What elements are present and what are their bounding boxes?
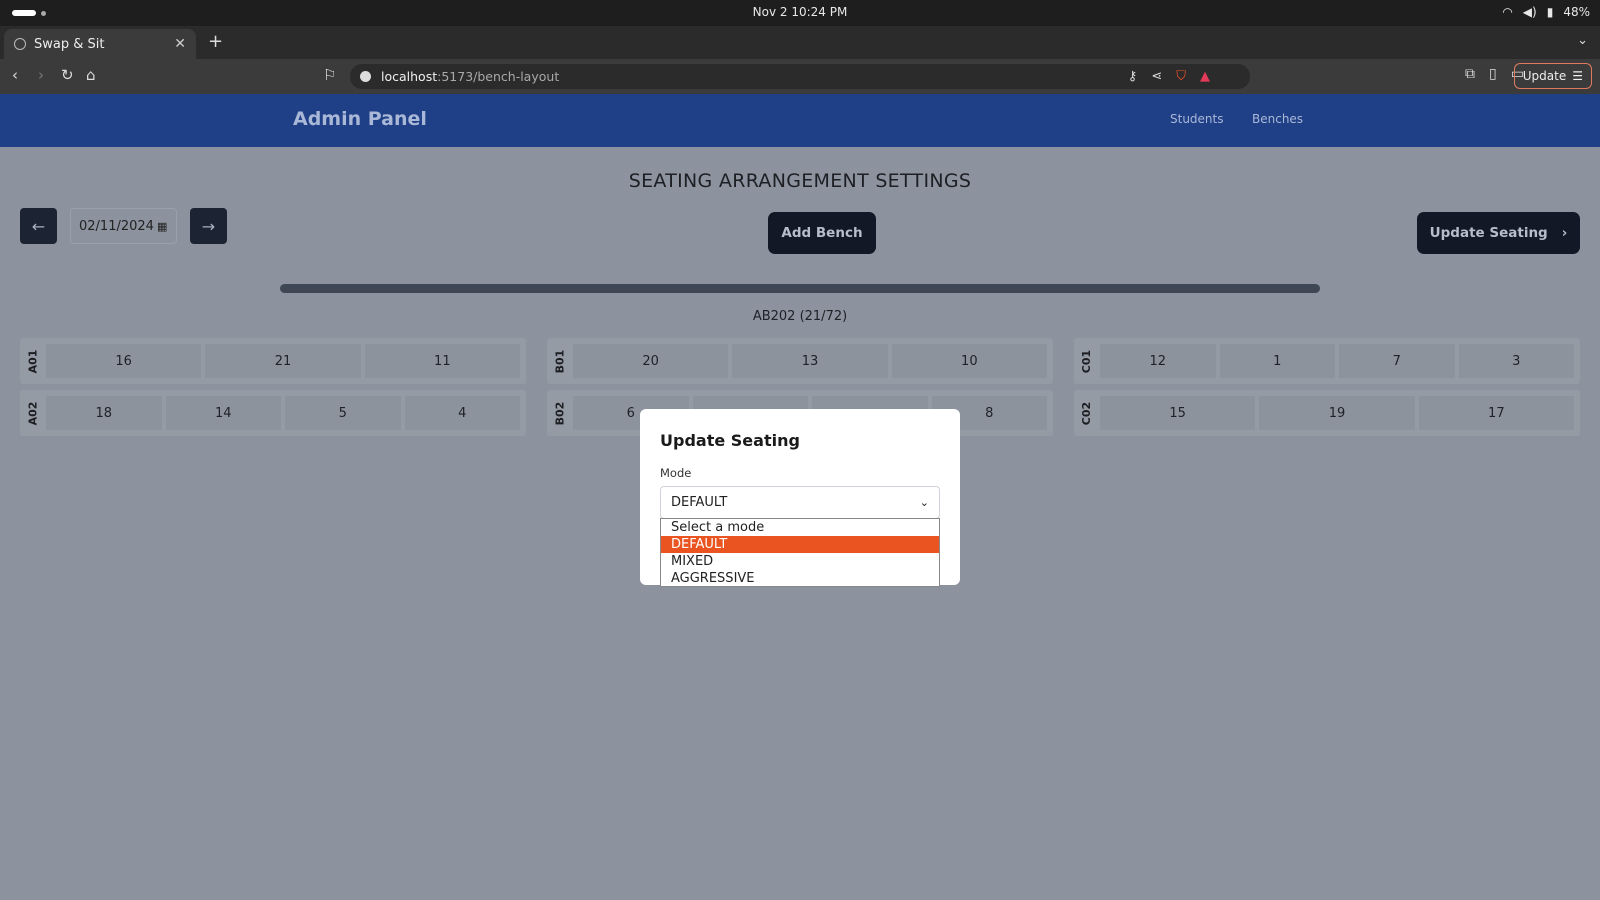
seat[interactable]: 5 bbox=[285, 396, 401, 430]
bench-label: A01 bbox=[26, 349, 40, 373]
bench-b01[interactable]: B01 20 13 10 bbox=[547, 338, 1053, 384]
mode-selected-value: DEFAULT bbox=[671, 495, 728, 510]
url-path: :5173/bench-layout bbox=[437, 69, 560, 84]
bench-label: C02 bbox=[1080, 401, 1094, 425]
os-top-bar: Nov 2 10:24 PM ◠ ◀) ▮ 48% bbox=[0, 0, 1600, 26]
seat[interactable]: 19 bbox=[1259, 396, 1415, 430]
seat[interactable]: 20 bbox=[573, 344, 729, 378]
bookmark-icon[interactable]: ⚐ bbox=[323, 66, 336, 84]
globe-icon bbox=[14, 38, 26, 50]
page-title: SEATING ARRANGEMENT SETTINGS bbox=[628, 170, 972, 192]
brand-title[interactable]: Admin Panel bbox=[293, 108, 427, 130]
reload-icon[interactable]: ↻ bbox=[61, 66, 74, 84]
arrow-left-icon: ← bbox=[31, 216, 46, 236]
menu-icon: ☰ bbox=[1572, 69, 1583, 83]
seat[interactable]: 3 bbox=[1458, 344, 1574, 378]
update-label: Update bbox=[1522, 69, 1567, 83]
seat[interactable]: 12 bbox=[1100, 344, 1216, 378]
mode-option-aggressive[interactable]: AGGRESSIVE bbox=[661, 570, 939, 587]
bench-label: C01 bbox=[1080, 349, 1094, 373]
address-bar[interactable]: localhost:5173/bench-layout ⚷ ⋖ ⛉ ▲ bbox=[350, 64, 1250, 89]
tab-title: Swap & Sit bbox=[34, 36, 105, 52]
add-bench-label: Add Bench bbox=[781, 225, 863, 241]
seat[interactable]: 7 bbox=[1339, 344, 1455, 378]
volume-icon: ◀) bbox=[1522, 5, 1537, 19]
seat[interactable]: 4 bbox=[404, 396, 520, 430]
forward-icon[interactable]: › bbox=[38, 66, 44, 84]
nav-benches-link[interactable]: Benches bbox=[1252, 112, 1303, 126]
chevron-down-icon: ⌄ bbox=[919, 496, 929, 509]
chevron-right-icon: › bbox=[1561, 225, 1568, 241]
bench-label: B01 bbox=[553, 349, 567, 373]
room-occupancy-label: AB202 (21/72) bbox=[752, 309, 848, 324]
seat[interactable]: 1 bbox=[1219, 344, 1335, 378]
seat[interactable]: 10 bbox=[891, 344, 1047, 378]
seat[interactable]: 21 bbox=[205, 344, 361, 378]
os-clock[interactable]: Nov 2 10:24 PM bbox=[0, 5, 1600, 19]
bench-label: A02 bbox=[26, 401, 40, 425]
brave-shields-icon[interactable]: ⛉ bbox=[1176, 69, 1186, 84]
url-host: localhost bbox=[381, 69, 438, 84]
battery-percent: 48% bbox=[1563, 5, 1590, 19]
close-tab-icon[interactable]: ✕ bbox=[174, 36, 186, 52]
calendar-icon[interactable]: ▦ bbox=[157, 220, 167, 233]
date-input[interactable]: 02/11/2024 ▦ bbox=[70, 208, 177, 244]
mode-option-placeholder[interactable]: Select a mode bbox=[661, 519, 939, 536]
mode-label: Mode bbox=[660, 466, 692, 480]
seat[interactable]: 13 bbox=[732, 344, 888, 378]
mode-select[interactable]: DEFAULT ⌄ bbox=[660, 486, 940, 519]
bench-a01[interactable]: A01 16 21 11 bbox=[20, 338, 526, 384]
key-icon[interactable]: ⚷ bbox=[1128, 69, 1138, 84]
tab-list-chevron-icon[interactable]: ⌄ bbox=[1577, 33, 1588, 48]
seat[interactable]: 16 bbox=[46, 344, 202, 378]
nav-students-link[interactable]: Students bbox=[1170, 112, 1224, 126]
next-date-button[interactable]: → bbox=[190, 208, 227, 244]
mode-dropdown-list: Select a mode DEFAULT MIXED AGGRESSIVE bbox=[660, 518, 940, 587]
new-tab-icon[interactable]: + bbox=[208, 31, 223, 52]
add-bench-button[interactable]: Add Bench bbox=[768, 212, 876, 254]
home-icon[interactable]: ⌂ bbox=[86, 66, 96, 84]
extensions-icon[interactable]: ⧉ bbox=[1465, 66, 1475, 82]
arrow-right-icon: → bbox=[201, 216, 216, 236]
browser-tab[interactable]: Swap & Sit ✕ bbox=[4, 29, 196, 59]
seating-progress-bar bbox=[280, 284, 1320, 293]
sidebar-icon[interactable]: ▯ bbox=[1489, 66, 1497, 82]
date-value: 02/11/2024 bbox=[79, 218, 154, 234]
bench-c02[interactable]: C02 15 19 17 bbox=[1074, 390, 1580, 436]
previous-date-button[interactable]: ← bbox=[20, 208, 57, 244]
app-header: Admin Panel Students Benches bbox=[0, 94, 1600, 147]
modal-title: Update Seating bbox=[660, 431, 800, 450]
mode-option-mixed[interactable]: MIXED bbox=[661, 553, 939, 570]
share-icon[interactable]: ⋖ bbox=[1151, 69, 1162, 84]
back-icon[interactable]: ‹ bbox=[12, 66, 18, 84]
seat[interactable]: 17 bbox=[1418, 396, 1574, 430]
browser-toolbar: ‹ › ↻ ⌂ ⚐ localhost:5173/bench-layout ⚷ … bbox=[0, 59, 1600, 94]
wifi-icon: ◠ bbox=[1502, 5, 1513, 19]
browser-update-button[interactable]: Update ☰ bbox=[1513, 63, 1592, 89]
bench-a02[interactable]: A02 18 14 5 4 bbox=[20, 390, 526, 436]
seat[interactable]: 14 bbox=[165, 396, 281, 430]
bench-label: B02 bbox=[553, 401, 567, 425]
mode-option-default[interactable]: DEFAULT bbox=[661, 536, 939, 553]
system-tray[interactable]: ◠ ◀) ▮ 48% bbox=[1502, 5, 1590, 19]
seat[interactable]: 11 bbox=[364, 344, 520, 378]
seat[interactable]: 15 bbox=[1100, 396, 1256, 430]
battery-icon: ▮ bbox=[1546, 5, 1554, 19]
seat[interactable]: 18 bbox=[46, 396, 162, 430]
bench-c01[interactable]: C01 12 1 7 3 bbox=[1074, 338, 1580, 384]
site-info-icon[interactable] bbox=[360, 71, 371, 82]
update-seating-button[interactable]: Update Seating › bbox=[1417, 212, 1580, 254]
brave-rewards-icon[interactable]: ▲ bbox=[1200, 69, 1210, 84]
update-seating-label: Update Seating bbox=[1429, 225, 1548, 241]
browser-tab-strip: Swap & Sit ✕ bbox=[0, 26, 1600, 59]
